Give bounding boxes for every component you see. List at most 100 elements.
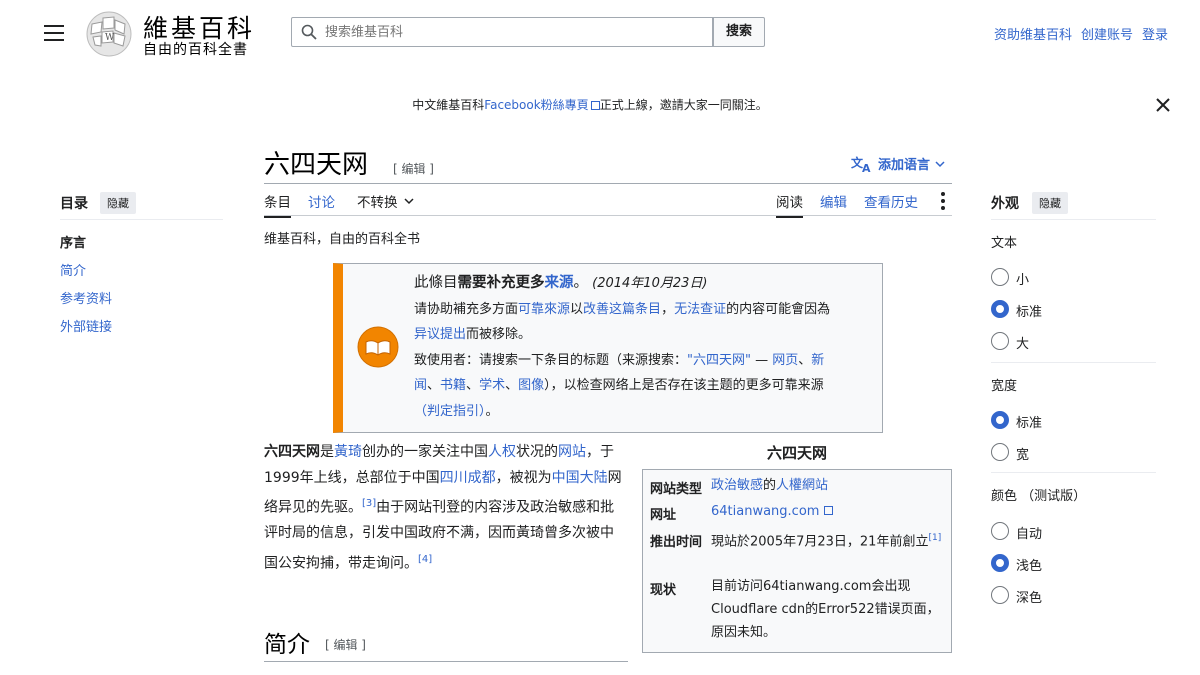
notice-date: (2014年10月23日) — [592, 276, 708, 291]
improve-article-link[interactable]: 改善这篇条目 — [583, 302, 661, 317]
color-label: 颜色 （测试版） — [991, 489, 1087, 504]
appearance-separator — [991, 362, 1156, 363]
notice-text: — — [750, 352, 773, 368]
sources-link[interactable]: 来源 — [545, 275, 574, 291]
political-sensitivity-link[interactable]: 政治敏感 — [711, 478, 763, 493]
search-button[interactable]: 搜索 — [713, 17, 765, 47]
title-edit-link[interactable]: [ 编辑 ] — [393, 160, 434, 177]
variant-dropdown[interactable]: 不转换 — [357, 191, 414, 211]
search-field[interactable] — [291, 17, 713, 47]
notice-text: 的内容可能會因為 — [726, 301, 831, 317]
page-title: 六四天网 — [264, 150, 369, 180]
sichuan-link[interactable]: 四川 — [440, 470, 468, 486]
width-standard-radio[interactable] — [991, 411, 1009, 429]
color-auto-label[interactable]: 自动 — [1016, 523, 1042, 542]
section-edit-link[interactable]: [ 编辑 ] — [325, 636, 366, 653]
infobox-key: 推出时间 — [650, 535, 703, 550]
add-languages-button[interactable]: 文 A 添加语言 — [851, 154, 945, 173]
notice-text: 、 — [798, 352, 812, 368]
add-languages-label: 添加语言 — [878, 158, 931, 173]
toc-divider — [60, 219, 223, 220]
more-tools-button[interactable] — [938, 192, 948, 210]
user-links: 资助维基百科 创建账号 登录 — [994, 24, 1168, 43]
reliable-sources-link[interactable]: 可靠來源 — [518, 302, 570, 317]
close-notice-button[interactable] — [1153, 95, 1173, 115]
color-dark-radio[interactable] — [991, 586, 1009, 604]
lead-paragraph: 六四天网是黃琦创办的一家关注中国人权状况的网站，于1999年上线，总部位于中国四… — [264, 440, 626, 577]
source-search-web-link[interactable]: 网页 — [772, 353, 798, 368]
source-search-books-link[interactable]: 书籍 — [440, 378, 466, 393]
svg-text:A: A — [862, 162, 871, 173]
tab-read[interactable]: 阅读 — [776, 191, 803, 218]
source-search-images-link[interactable]: 图像 — [518, 378, 544, 393]
citation-link[interactable]: [1] — [928, 533, 941, 543]
notice-emphasis: 需要补充更多 — [457, 275, 545, 291]
infobox-value: 現站於2005年7月23日，21年前創立[1] — [711, 527, 943, 553]
website-url-link[interactable]: 64tianwang.com — [711, 504, 819, 519]
citation-link[interactable]: [3] — [362, 498, 376, 509]
toc-item-references[interactable]: 参考资料 — [60, 288, 112, 307]
color-light-label[interactable]: 浅色 — [1016, 555, 1042, 574]
external-link-icon — [590, 101, 600, 110]
donate-link[interactable]: 资助维基百科 — [994, 24, 1072, 43]
external-link-icon — [823, 506, 833, 515]
search-icon — [301, 24, 317, 40]
source-search-news-link[interactable]: 新 — [811, 353, 824, 368]
section-divider — [264, 661, 628, 662]
login-link[interactable]: 登录 — [1142, 24, 1168, 43]
color-dark-label[interactable]: 深色 — [1016, 587, 1042, 606]
toc-hide-button[interactable]: 隐藏 — [100, 192, 136, 214]
tab-history[interactable]: 查看历史 — [864, 191, 918, 211]
width-wide-radio[interactable] — [991, 443, 1009, 461]
color-light-radio[interactable] — [991, 554, 1009, 572]
wikipedia-globe-logo[interactable]: W — [84, 10, 134, 58]
tab-edit[interactable]: 编辑 — [820, 191, 847, 211]
infobox-value: 政治敏感的人權網站 — [711, 474, 943, 497]
infobox-text: 的 — [763, 478, 777, 493]
lead-subject: 六四天网 — [264, 444, 320, 460]
notice-text: 以 — [570, 301, 584, 317]
toc-item-intro[interactable]: 序言 — [60, 232, 86, 251]
search-input[interactable] — [323, 23, 687, 41]
facebook-link[interactable]: Facebook粉絲專頁 — [484, 98, 588, 112]
guideline-link[interactable]: （判定指引） — [414, 404, 486, 419]
text-size-large-label[interactable]: 大 — [1016, 333, 1029, 352]
color-auto-radio[interactable] — [991, 522, 1009, 540]
unverifiable-link[interactable]: 无法查证 — [674, 302, 726, 317]
source-search-scholar-link[interactable]: 学术 — [479, 378, 505, 393]
human-rights-website-link[interactable]: 人權網站 — [776, 478, 828, 493]
site-tagline: 维基百科，自由的百科全书 — [264, 232, 421, 247]
create-account-link[interactable]: 创建账号 — [1081, 24, 1133, 43]
notice-line: 致使用者：请搜索一下条目的标题（来源搜索："六四天网" — 网页、新 — [414, 348, 869, 374]
human-rights-link[interactable]: 人权 — [488, 444, 516, 460]
lead-text: 是 — [320, 444, 334, 460]
chengdu-link[interactable]: 成都 — [468, 470, 496, 486]
width-standard-label[interactable]: 标准 — [1016, 412, 1042, 431]
source-search-news-link[interactable]: 闻 — [414, 378, 427, 393]
notice-text: 此條目 — [414, 275, 458, 291]
website-link[interactable]: 网站 — [558, 444, 586, 460]
tab-article[interactable]: 条目 — [264, 191, 291, 218]
notice-text: 、 — [466, 378, 480, 393]
notice-text: 、 — [505, 378, 519, 393]
challenged-link[interactable]: 异议提出 — [414, 327, 466, 342]
source-search-title-link[interactable]: "六四天网" — [687, 353, 751, 368]
text-size-standard-label[interactable]: 标准 — [1016, 301, 1042, 320]
toc-item-external-links[interactable]: 外部链接 — [60, 316, 112, 335]
text-size-standard-radio[interactable] — [991, 300, 1009, 318]
main-menu-button[interactable] — [44, 25, 64, 41]
mainland-china-link[interactable]: 中国大陆 — [552, 470, 608, 486]
appearance-hide-button[interactable]: 隐藏 — [1032, 192, 1068, 214]
tab-talk[interactable]: 讨论 — [308, 191, 335, 211]
logo-tagline: 自由的百科全書 — [143, 42, 248, 58]
huang-qi-link[interactable]: 黃琦 — [334, 444, 362, 460]
notice-line: （判定指引）。 — [414, 399, 869, 425]
text-size-small-radio[interactable] — [991, 268, 1009, 286]
text-size-large-radio[interactable] — [991, 332, 1009, 350]
citation-link[interactable]: [4] — [418, 554, 432, 565]
width-wide-label[interactable]: 宽 — [1016, 444, 1029, 463]
language-icon: 文 A — [851, 155, 871, 173]
text-size-small-label[interactable]: 小 — [1016, 269, 1029, 288]
text-size-label: 文本 — [991, 236, 1018, 251]
toc-item-overview[interactable]: 简介 — [60, 260, 86, 279]
